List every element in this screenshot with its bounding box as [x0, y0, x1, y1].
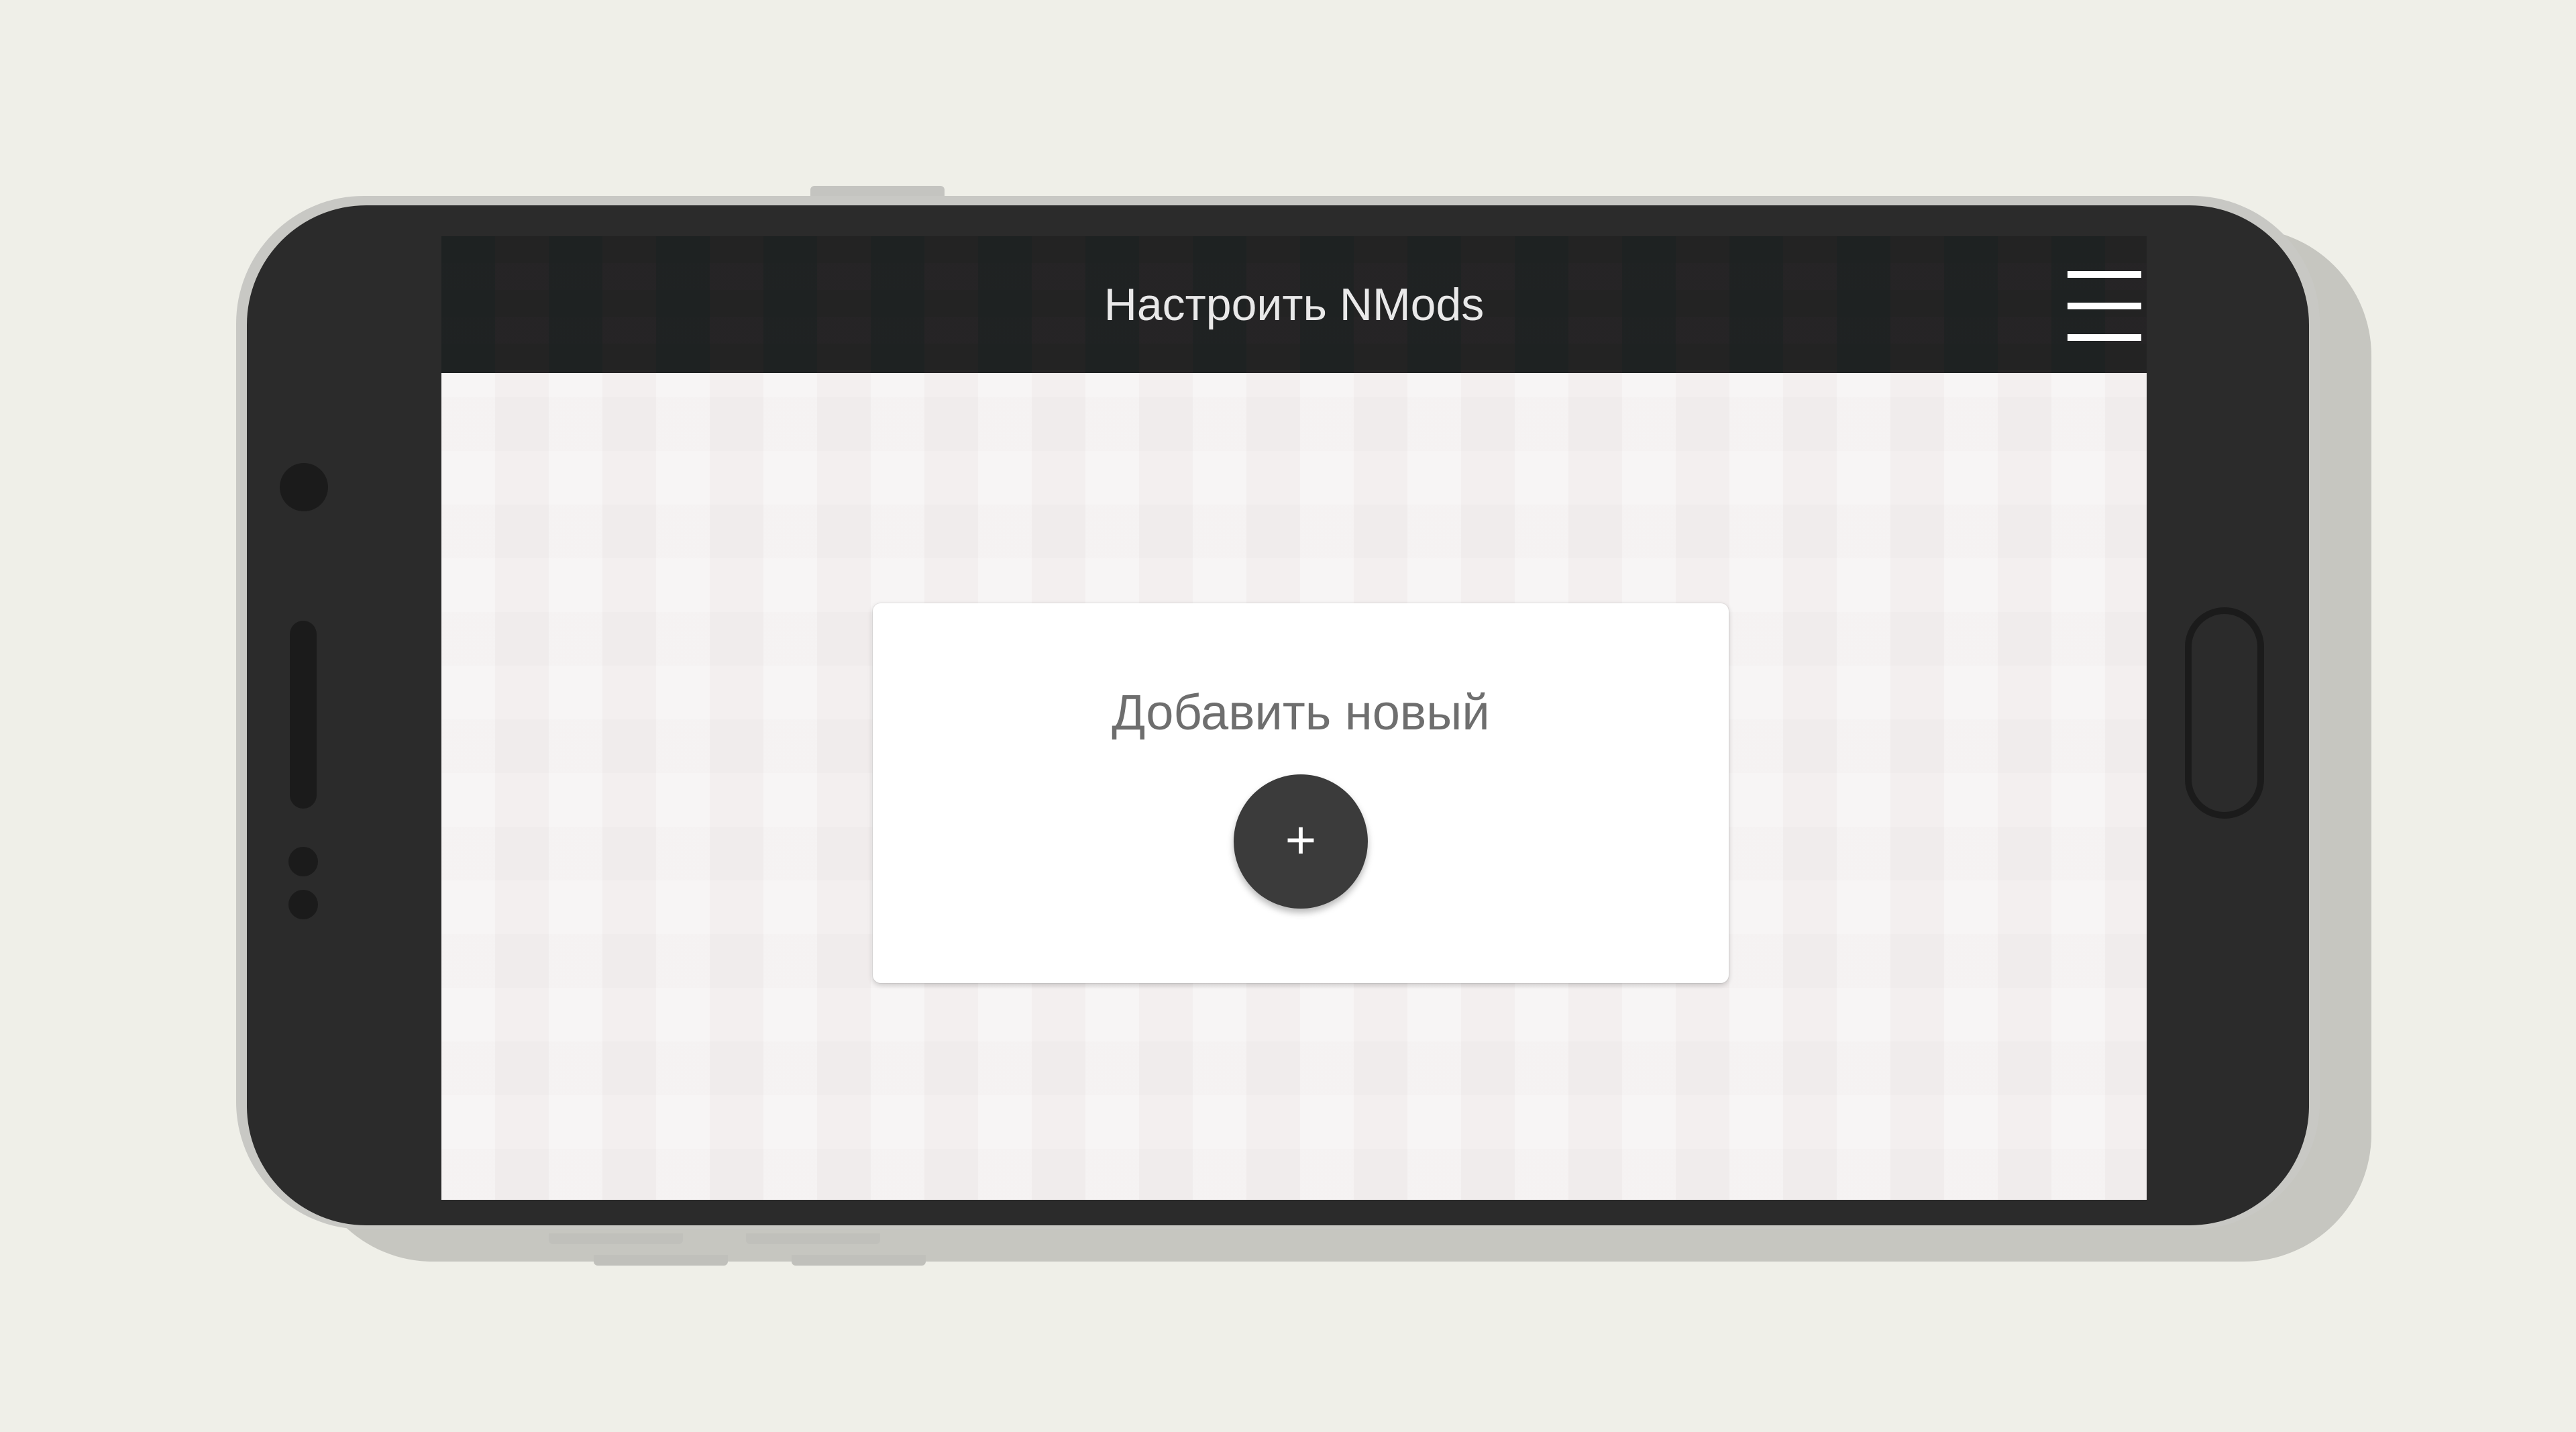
home-button[interactable] — [2185, 607, 2264, 819]
light-sensor — [288, 890, 318, 919]
earpiece-speaker — [290, 621, 317, 809]
device-side-button-2 — [792, 1255, 926, 1266]
menu-bar-line — [2068, 334, 2141, 341]
hamburger-menu-icon[interactable] — [2068, 271, 2145, 341]
plus-icon: + — [1285, 810, 1317, 870]
add-new-label: Добавить новый — [1112, 684, 1490, 740]
proximity-sensor — [288, 847, 318, 876]
device-side-button-1 — [594, 1255, 728, 1266]
menu-bar-line — [2068, 271, 2141, 278]
top-bar: Настроить NMods — [441, 236, 2147, 373]
device-volume-down-button — [746, 1233, 880, 1244]
add-new-button[interactable]: + — [1234, 774, 1368, 909]
front-camera — [280, 463, 328, 511]
stage: Настроить NMods Добавить новый + — [0, 0, 2576, 1432]
add-new-card: Добавить новый + — [873, 603, 1729, 983]
menu-bar-line — [2068, 303, 2141, 309]
device-volume-up-button — [549, 1233, 683, 1244]
page-title: Настроить NMods — [1104, 279, 1485, 330]
app-screen: Настроить NMods Добавить новый + — [441, 236, 2147, 1200]
